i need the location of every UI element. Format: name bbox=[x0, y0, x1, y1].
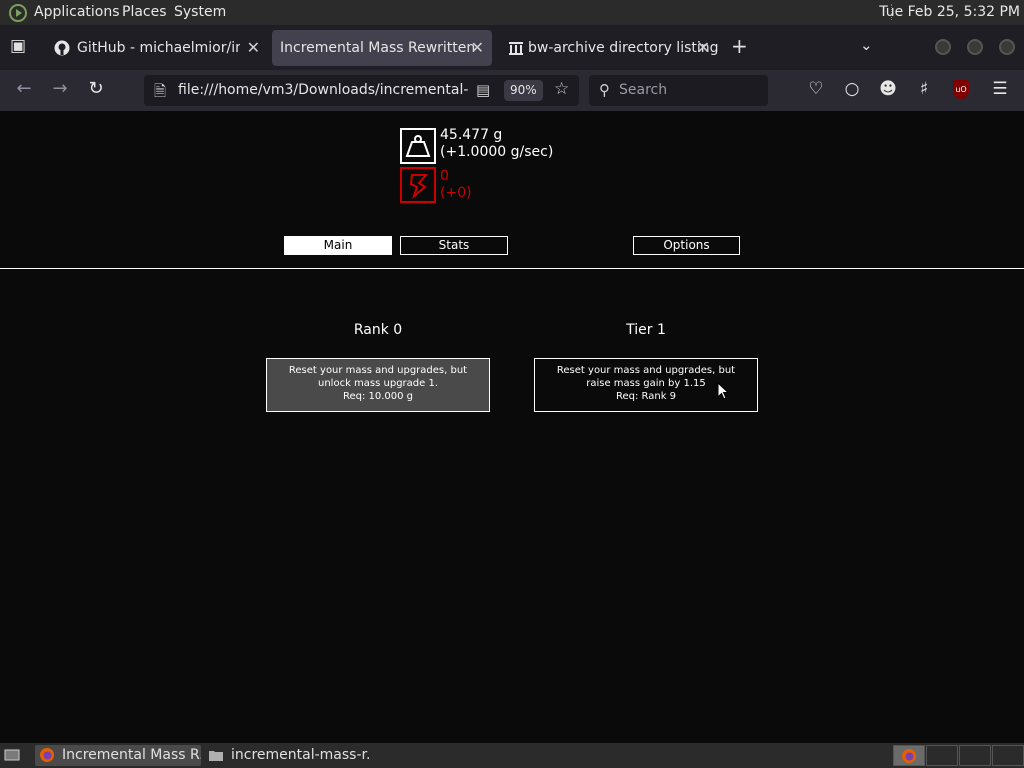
close-tab-icon[interactable]: ✕ bbox=[697, 30, 710, 66]
rank-desc-line-2: unlock mass upgrade 1. bbox=[318, 378, 438, 389]
pocket-icon[interactable]: ♡ bbox=[805, 79, 827, 99]
account-circle-icon[interactable]: ○ bbox=[841, 79, 863, 99]
taskbar-item-folder[interactable]: incremental-mass-r... bbox=[204, 745, 370, 766]
workspace-2[interactable] bbox=[926, 745, 958, 766]
archive-icon bbox=[509, 42, 523, 55]
reader-view-icon[interactable]: ▤ bbox=[476, 81, 490, 99]
url-bar[interactable]: 🗎 file:///home/vm3/Downloads/incremental… bbox=[144, 75, 579, 106]
tab-stats[interactable]: Stats bbox=[400, 236, 508, 255]
rage-display: 0 (+0) bbox=[440, 168, 472, 202]
navigation-bar: ← → ↻ 🗎 file:///home/vm3/Downloads/incre… bbox=[0, 70, 1024, 111]
hamburger-menu-icon[interactable]: ☰ bbox=[989, 79, 1011, 99]
rank-requirement: Req: 10.000 g bbox=[342, 391, 414, 402]
close-tab-icon[interactable]: ✕ bbox=[471, 30, 484, 66]
firefox-icon bbox=[40, 748, 54, 762]
reload-icon[interactable]: ↻ bbox=[84, 78, 108, 99]
firefox-icon bbox=[902, 749, 916, 763]
page-file-icon: 🗎 bbox=[154, 82, 167, 100]
extensions-puzzle-icon[interactable]: ♯ bbox=[913, 79, 935, 99]
mass-rate: (+1.0000 g/sec) bbox=[440, 144, 554, 160]
tab-strip: ▣ GitHub - michaelmior/incremental ✕ Inc… bbox=[0, 25, 1024, 70]
show-desktop-icon[interactable] bbox=[2, 745, 24, 766]
folder-icon bbox=[209, 751, 223, 761]
search-icon: ⚲ bbox=[599, 81, 610, 99]
taskbar-item-firefox[interactable]: Incremental Mass R... bbox=[35, 745, 201, 766]
zoom-level-button[interactable]: 90% bbox=[504, 80, 543, 101]
menu-applications[interactable]: Applications bbox=[34, 4, 120, 20]
github-icon bbox=[54, 40, 70, 56]
mass-weight-icon bbox=[400, 128, 436, 164]
clock[interactable]: Tue Feb 25, 5:32 PM bbox=[879, 4, 1020, 20]
workspace-4[interactable] bbox=[992, 745, 1024, 766]
close-tab-icon[interactable]: ✕ bbox=[247, 30, 260, 66]
header-divider bbox=[0, 268, 1024, 269]
top-panel: Applications Places System Tue Feb 25, 5… bbox=[0, 0, 1024, 25]
tab-github[interactable]: GitHub - michaelmior/incremental ✕ bbox=[44, 30, 268, 66]
rank-title: Rank 0 bbox=[353, 322, 403, 338]
rank-desc-line-1: Reset your mass and upgrades, but bbox=[288, 365, 468, 376]
maximize-window-button[interactable] bbox=[967, 39, 983, 55]
menu-system[interactable]: System bbox=[174, 4, 226, 20]
search-placeholder: Search bbox=[619, 82, 668, 98]
tier-title: Tier 1 bbox=[626, 322, 666, 338]
new-tab-icon[interactable]: + bbox=[731, 34, 748, 58]
tab-incremental-mass[interactable]: Incremental Mass Rewritten ✕ bbox=[272, 30, 492, 66]
tab-label: Incremental Mass Rewritten bbox=[280, 40, 476, 56]
tier-desc-line-1: Reset your mass and upgrades, but bbox=[556, 365, 736, 376]
mass-display: 45.477 g (+1.0000 g/sec) bbox=[440, 127, 553, 161]
list-tabs-chevron-down-icon[interactable]: ⌄ bbox=[860, 36, 873, 54]
workspace-3[interactable] bbox=[959, 745, 991, 766]
bookmark-star-icon[interactable]: ☆ bbox=[554, 79, 569, 99]
back-arrow-icon[interactable]: ← bbox=[12, 78, 36, 99]
tab-main[interactable]: Main bbox=[284, 236, 392, 255]
tab-options[interactable]: Options bbox=[633, 236, 740, 255]
forward-arrow-icon[interactable]: → bbox=[48, 78, 72, 99]
tab-overview-icon[interactable]: ▣ bbox=[10, 36, 26, 56]
tab-label: GitHub - michaelmior/incremental bbox=[77, 40, 240, 56]
menu-places[interactable]: Places bbox=[122, 4, 167, 20]
mass-amount: 45.477 g bbox=[440, 127, 503, 143]
rage-power-icon bbox=[400, 167, 436, 203]
tab-bw-archive[interactable]: bw-archive directory listing ✕ bbox=[498, 30, 718, 66]
taskbar: Incremental Mass R... incremental-mass-r… bbox=[0, 743, 1024, 768]
mouse-cursor-icon bbox=[717, 382, 729, 400]
rage-amount: 0 bbox=[440, 168, 449, 184]
ublock-origin-icon[interactable]: uO bbox=[953, 80, 969, 99]
tab-label: bw-archive directory listing bbox=[528, 40, 718, 56]
taskbar-label: incremental-mass-r... bbox=[231, 747, 370, 763]
profile-icon[interactable]: ☻ bbox=[877, 79, 899, 99]
rank-reset-button[interactable]: Reset your mass and upgrades, but unlock… bbox=[266, 358, 490, 412]
os-logo-icon[interactable] bbox=[9, 4, 27, 22]
close-window-button[interactable] bbox=[999, 39, 1015, 55]
workspace-1[interactable] bbox=[893, 745, 925, 766]
minimize-window-button[interactable] bbox=[935, 39, 951, 55]
taskbar-label: Incremental Mass R... bbox=[62, 747, 201, 763]
url-text[interactable]: file:///home/vm3/Downloads/incremental-m… bbox=[178, 82, 468, 98]
game-page: 45.477 g (+1.0000 g/sec) 0 (+0) Main Sta… bbox=[0, 111, 1024, 743]
rage-rate: (+0) bbox=[440, 185, 472, 201]
search-input[interactable]: ⚲ Search bbox=[589, 75, 768, 106]
